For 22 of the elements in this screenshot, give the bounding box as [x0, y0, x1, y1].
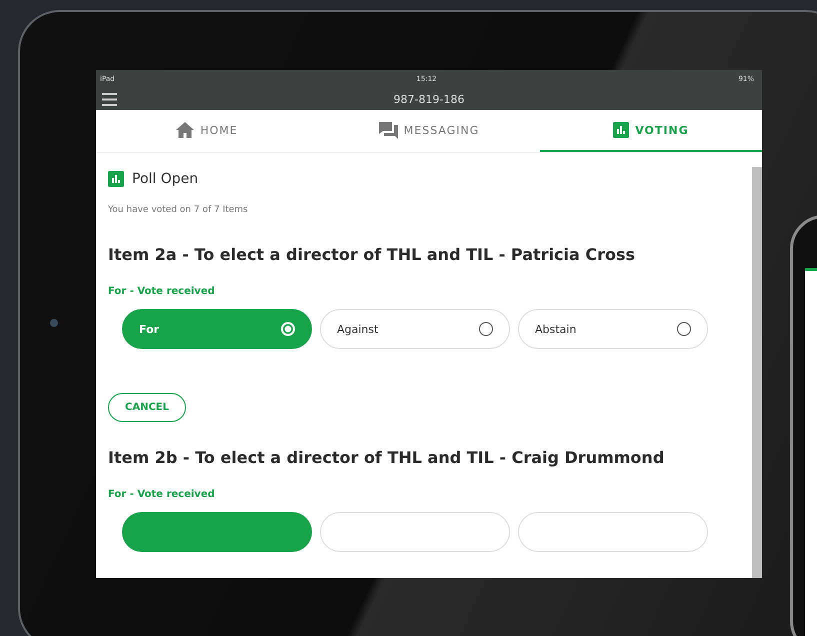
scrollbar[interactable]	[752, 167, 762, 578]
home-icon	[176, 122, 194, 138]
item-title: Item 2a - To elect a director of THL and TIL - Patricia Cross	[108, 245, 636, 264]
chat-icon	[378, 122, 398, 138]
vote-summary: You have voted on 7 of 7 Items	[108, 205, 249, 215]
chart-icon	[108, 171, 124, 187]
vote-option[interactable]: Against	[320, 309, 510, 349]
meeting-id: 987-819-186	[394, 92, 464, 106]
cancel-button[interactable]: CANCEL	[108, 393, 186, 422]
camera-icon	[50, 319, 58, 327]
nav-tab[interactable]: MESSAGING	[318, 110, 540, 152]
vote-option[interactable]	[122, 512, 312, 552]
menu-icon[interactable]	[102, 92, 117, 106]
vote-status: For - Vote received	[108, 489, 216, 500]
vote-status: For - Vote received	[108, 286, 216, 297]
nav-tab[interactable]: VOTING	[540, 110, 762, 152]
item-title: Item 2b - To elect a director of THL and TIL - Craig Drummond	[108, 448, 666, 467]
vote-option[interactable]: Abstain	[518, 309, 708, 349]
vote-option[interactable]: For	[122, 309, 312, 349]
poll-status: Poll Open	[132, 171, 198, 187]
nav-tab[interactable]: HOME	[96, 110, 318, 152]
chart-icon	[613, 122, 630, 138]
